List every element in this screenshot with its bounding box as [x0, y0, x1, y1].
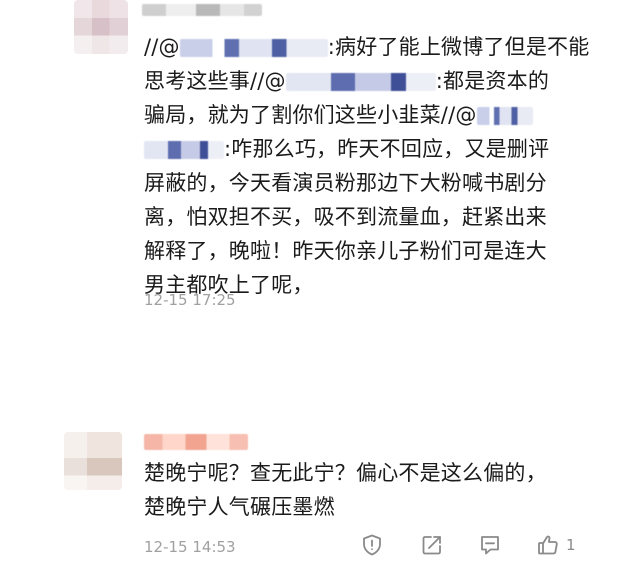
comment-text-segment: :都是资本的	[435, 69, 550, 93]
comment-line: 思考这些事//@ :都是资本的	[144, 64, 589, 98]
mention-redacted[interactable]	[476, 107, 533, 125]
comment-line: 离，怕双担不买，吸不到流量血，赶紧出来	[144, 205, 547, 229]
thumbs-up-icon	[538, 535, 558, 555]
comment-icon	[481, 536, 499, 555]
comment-text-segment: :咋那么巧，昨天不回应，又是删评	[224, 137, 550, 161]
forward-button[interactable]	[420, 533, 444, 557]
like-button[interactable]: 1	[536, 533, 576, 557]
comment-timestamp: 12-15 17:25	[144, 291, 236, 309]
report-button[interactable]	[360, 533, 384, 557]
mention-redacted[interactable]	[285, 73, 436, 91]
comment-line: 楚晚宁呢？查无此宁？偏心不是这么偏的，	[144, 461, 547, 485]
comment-timestamp: 12-15 14:53	[144, 538, 236, 556]
comment-line: 楚晚宁人气碾压墨燃	[144, 495, 335, 519]
commenter-avatar[interactable]	[64, 432, 122, 490]
comment-text-segment: 骗局，就为了割你们这些小韭菜//@	[144, 103, 477, 127]
comment-text-segment: :病好了能上微博了但是不能	[327, 35, 590, 59]
comment-line: 解释了，晚啦！昨天你亲儿子粉们可是连大	[144, 239, 547, 263]
comment-body: //@ :病好了能上微博了但是不能 思考这些事//@ :都是资本的 骗局，就为了割你…	[144, 30, 589, 302]
comment-line: :咋那么巧，昨天不回应，又是删评	[144, 132, 589, 166]
commenter-name[interactable]	[142, 4, 262, 16]
comment-text-segment: //@	[144, 35, 180, 59]
mention-redacted[interactable]	[144, 141, 224, 159]
share-icon	[422, 536, 441, 555]
report-shield-icon	[363, 534, 381, 556]
mention-redacted[interactable]	[179, 39, 328, 57]
like-count: 1	[566, 536, 576, 554]
reply-button[interactable]	[478, 533, 502, 557]
commenter-name[interactable]	[144, 434, 248, 450]
comment-line: 屏蔽的，今天看演员粉那边下大粉喊书剧分	[144, 171, 547, 195]
comment-line: 骗局，就为了割你们这些小韭菜//@	[144, 98, 589, 132]
comment-line: //@ :病好了能上微博了但是不能	[144, 30, 589, 64]
comment-body: 楚晚宁呢？查无此宁？偏心不是这么偏的， 楚晚宁人气碾压墨燃	[144, 456, 547, 524]
commenter-avatar[interactable]	[74, 0, 128, 54]
comment-text-segment: 思考这些事//@	[144, 69, 286, 93]
